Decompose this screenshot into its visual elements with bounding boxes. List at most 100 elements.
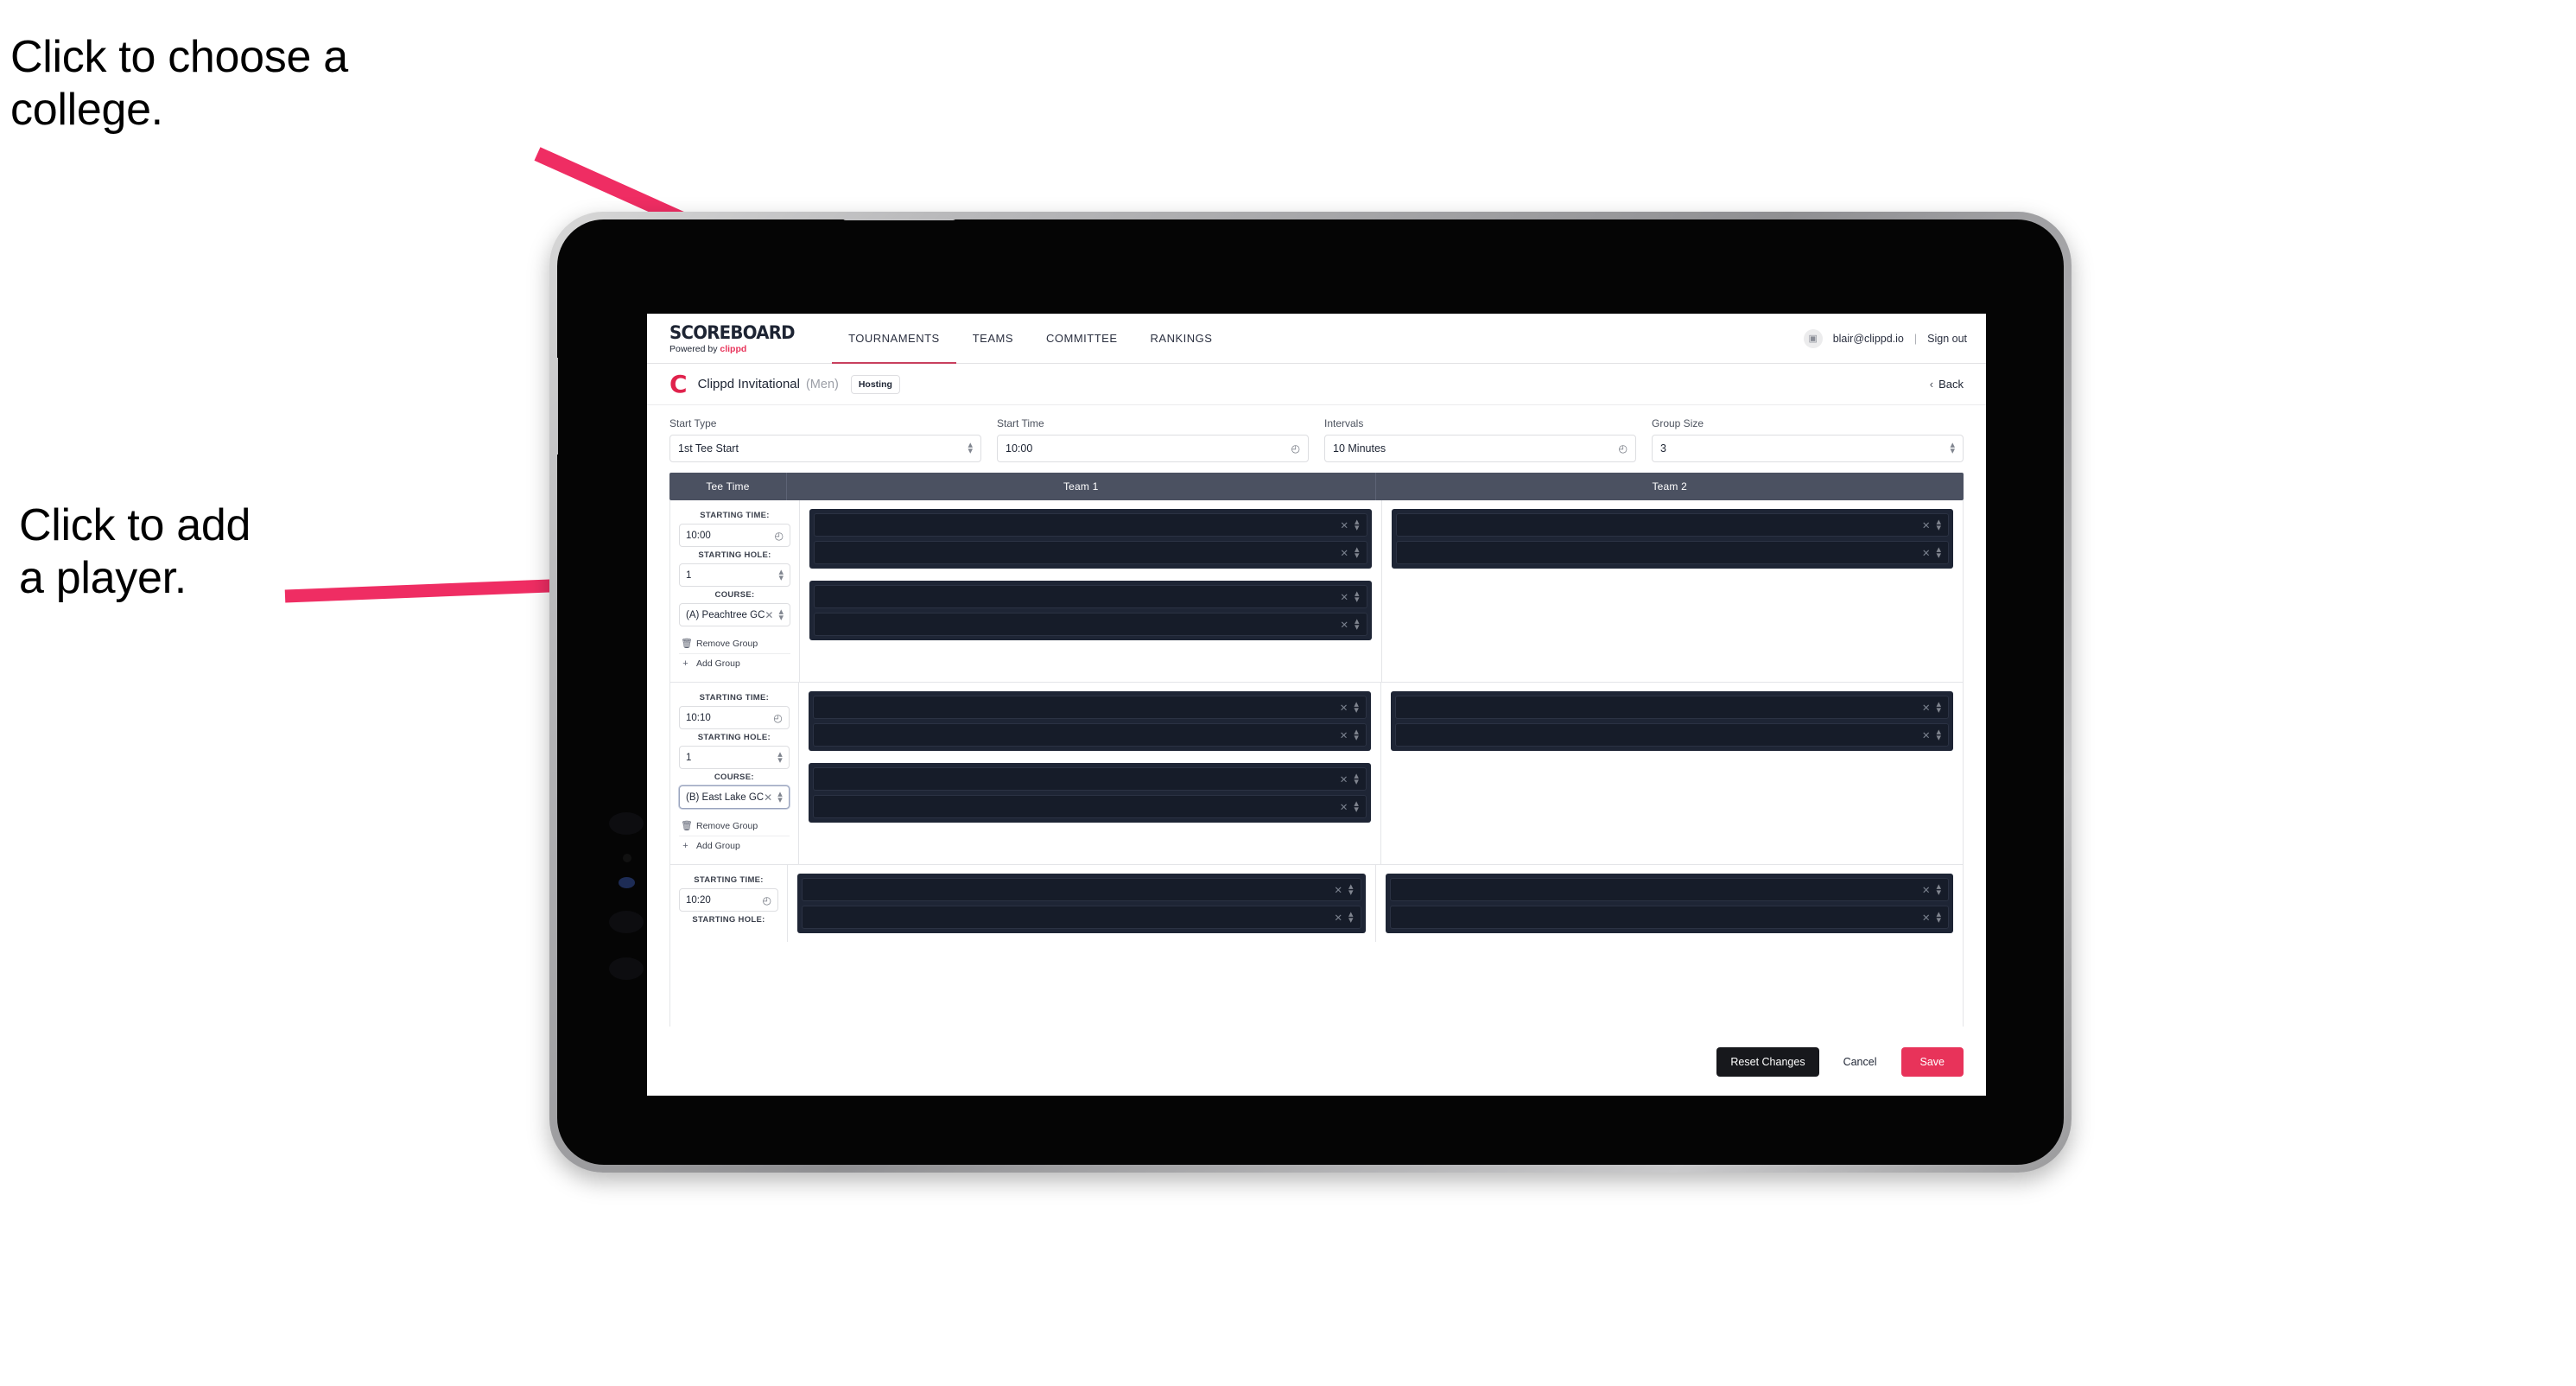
player-name-field[interactable] [1403,696,1922,718]
remove-player-icon[interactable]: ✕ [1922,729,1931,741]
clock-icon[interactable]: ◴ [763,894,771,906]
back-button[interactable]: ‹ Back [1930,378,1964,391]
remove-player-icon[interactable]: ✕ [1340,547,1348,559]
remove-player-icon[interactable]: ✕ [1340,702,1348,714]
course-select[interactable]: (A) Peachtree GC ✕ ▴ ▾ [679,603,790,626]
player-row[interactable]: ✕ ▴ ▾ [802,878,1361,901]
brand-logo[interactable]: SCOREBOARD Powered by clippd [669,314,832,363]
clock-icon[interactable]: ◴ [775,530,784,542]
player-name-field[interactable] [1398,879,1922,900]
player-row[interactable]: ✕ ▴ ▾ [814,585,1367,608]
remove-player-icon[interactable]: ✕ [1340,591,1348,603]
remove-group-button[interactable]: 🗑 Remove Group [679,633,790,653]
remove-player-icon[interactable]: ✕ [1340,619,1348,631]
player-name-field[interactable] [821,768,1340,790]
stepper-icon[interactable]: ▴ ▾ [1354,727,1359,742]
volume-button[interactable] [557,358,558,455]
player-name-field[interactable] [822,542,1340,563]
remove-player-icon[interactable]: ✕ [1340,801,1348,813]
sign-out-link[interactable]: Sign out [1927,333,1967,345]
player-row[interactable]: ✕ ▴ ▾ [1395,513,1949,537]
player-name-field[interactable] [822,514,1340,536]
clear-course-icon[interactable]: ✕ [764,792,772,804]
stepper-icon[interactable]: ▴ ▾ [1355,616,1360,632]
starting-time-input[interactable]: 10:20 ◴ [679,888,778,912]
player-row[interactable]: ✕ ▴ ▾ [1389,906,1949,929]
player-row[interactable]: ✕ ▴ ▾ [1394,723,1949,747]
power-button[interactable] [842,219,956,220]
starting-hole-input[interactable]: 1 ▴ ▾ [679,563,790,587]
clock-icon[interactable]: ◴ [1619,442,1627,455]
player-row[interactable]: ✕ ▴ ▾ [802,906,1361,929]
nav-tab-tournaments[interactable]: TOURNAMENTS [832,314,956,364]
player-name-field[interactable] [1404,514,1922,536]
stepper-icon[interactable]: ▴ ▾ [968,441,973,456]
player-name-field[interactable] [821,696,1340,718]
remove-player-icon[interactable]: ✕ [1922,702,1931,714]
player-row[interactable]: ✕ ▴ ▾ [1394,696,1949,719]
stepper-icon[interactable]: ▴ ▾ [1936,909,1941,925]
stepper-icon[interactable]: ▴ ▾ [1936,517,1941,532]
player-row[interactable]: ✕ ▴ ▾ [812,723,1367,747]
starting-time-input[interactable]: 10:00 ◴ [679,524,790,547]
reset-changes-button[interactable]: Reset Changes [1716,1046,1819,1077]
player-name-field[interactable] [1398,906,1922,928]
player-name-field[interactable] [821,724,1340,746]
player-name-field[interactable] [1403,724,1922,746]
player-row[interactable]: ✕ ▴ ▾ [812,767,1367,791]
stepper-icon[interactable]: ▴ ▾ [1354,771,1359,786]
remove-player-icon[interactable]: ✕ [1340,519,1348,531]
remove-player-icon[interactable]: ✕ [1922,912,1931,924]
player-name-field[interactable] [1404,542,1922,563]
stepper-icon[interactable]: ▴ ▾ [1936,544,1941,560]
user-avatar-icon[interactable]: ▣ [1803,328,1823,348]
stepper-icon[interactable]: ▴ ▾ [1354,699,1359,715]
player-row[interactable]: ✕ ▴ ▾ [814,541,1367,564]
add-group-button[interactable]: + Add Group [679,836,790,855]
stepper-icon[interactable]: ▴ ▾ [1348,881,1354,897]
group-size-select[interactable]: 3 ▴ ▾ [1652,435,1964,462]
player-row[interactable]: ✕ ▴ ▾ [812,696,1367,719]
stepper-icon[interactable]: ▴ ▾ [1355,588,1360,604]
starting-time-input[interactable]: 10:10 ◴ [679,706,790,729]
stepper-icon[interactable]: ▴ ▾ [1354,798,1359,814]
course-select[interactable]: (B) East Lake GC ✕ ▴ ▾ [679,785,790,809]
stepper-icon[interactable]: ▴ ▾ [1936,881,1941,897]
stepper-icon[interactable]: ▴ ▾ [777,789,783,804]
clear-course-icon[interactable]: ✕ [765,609,773,621]
player-name-field[interactable] [821,796,1340,817]
start-time-input[interactable]: 10:00 ◴ [997,435,1309,462]
player-name-field[interactable] [822,586,1340,607]
remove-player-icon[interactable]: ✕ [1334,884,1342,896]
player-row[interactable]: ✕ ▴ ▾ [1395,541,1949,564]
add-group-button[interactable]: + Add Group [679,653,790,673]
player-row[interactable]: ✕ ▴ ▾ [814,513,1367,537]
remove-player-icon[interactable]: ✕ [1922,519,1931,531]
stepper-icon[interactable]: ▴ ▾ [1355,544,1360,560]
remove-player-icon[interactable]: ✕ [1340,729,1348,741]
table-body[interactable]: STARTING TIME: 10:00 ◴ STARTING HOLE: 1 ▴ ▾ COU… [669,500,1964,1058]
player-name-field[interactable] [822,614,1340,635]
player-row[interactable]: ✕ ▴ ▾ [1389,878,1949,901]
stepper-icon[interactable]: ▴ ▾ [1936,727,1941,742]
nav-tab-teams[interactable]: TEAMS [956,314,1030,363]
remove-player-icon[interactable]: ✕ [1334,912,1342,924]
stepper-icon[interactable]: ▴ ▾ [1348,909,1354,925]
stepper-icon[interactable]: ▴ ▾ [1950,441,1955,456]
remove-player-icon[interactable]: ✕ [1340,773,1348,785]
start-type-select[interactable]: 1st Tee Start ▴ ▾ [669,435,981,462]
player-row[interactable]: ✕ ▴ ▾ [814,613,1367,636]
nav-tab-committee[interactable]: COMMITTEE [1030,314,1134,363]
nav-tab-rankings[interactable]: RANKINGS [1134,314,1229,363]
remove-player-icon[interactable]: ✕ [1922,884,1931,896]
remove-player-icon[interactable]: ✕ [1922,547,1931,559]
stepper-icon[interactable]: ▴ ▾ [777,749,783,765]
stepper-icon[interactable]: ▴ ▾ [778,607,784,622]
clock-icon[interactable]: ◴ [773,712,782,724]
stepper-icon[interactable]: ▴ ▾ [778,567,784,582]
stepper-icon[interactable]: ▴ ▾ [1936,699,1941,715]
stepper-icon[interactable]: ▴ ▾ [1355,517,1360,532]
player-name-field[interactable] [809,879,1334,900]
starting-hole-input[interactable]: 1 ▴ ▾ [679,746,790,769]
cancel-button[interactable]: Cancel [1831,1047,1889,1077]
